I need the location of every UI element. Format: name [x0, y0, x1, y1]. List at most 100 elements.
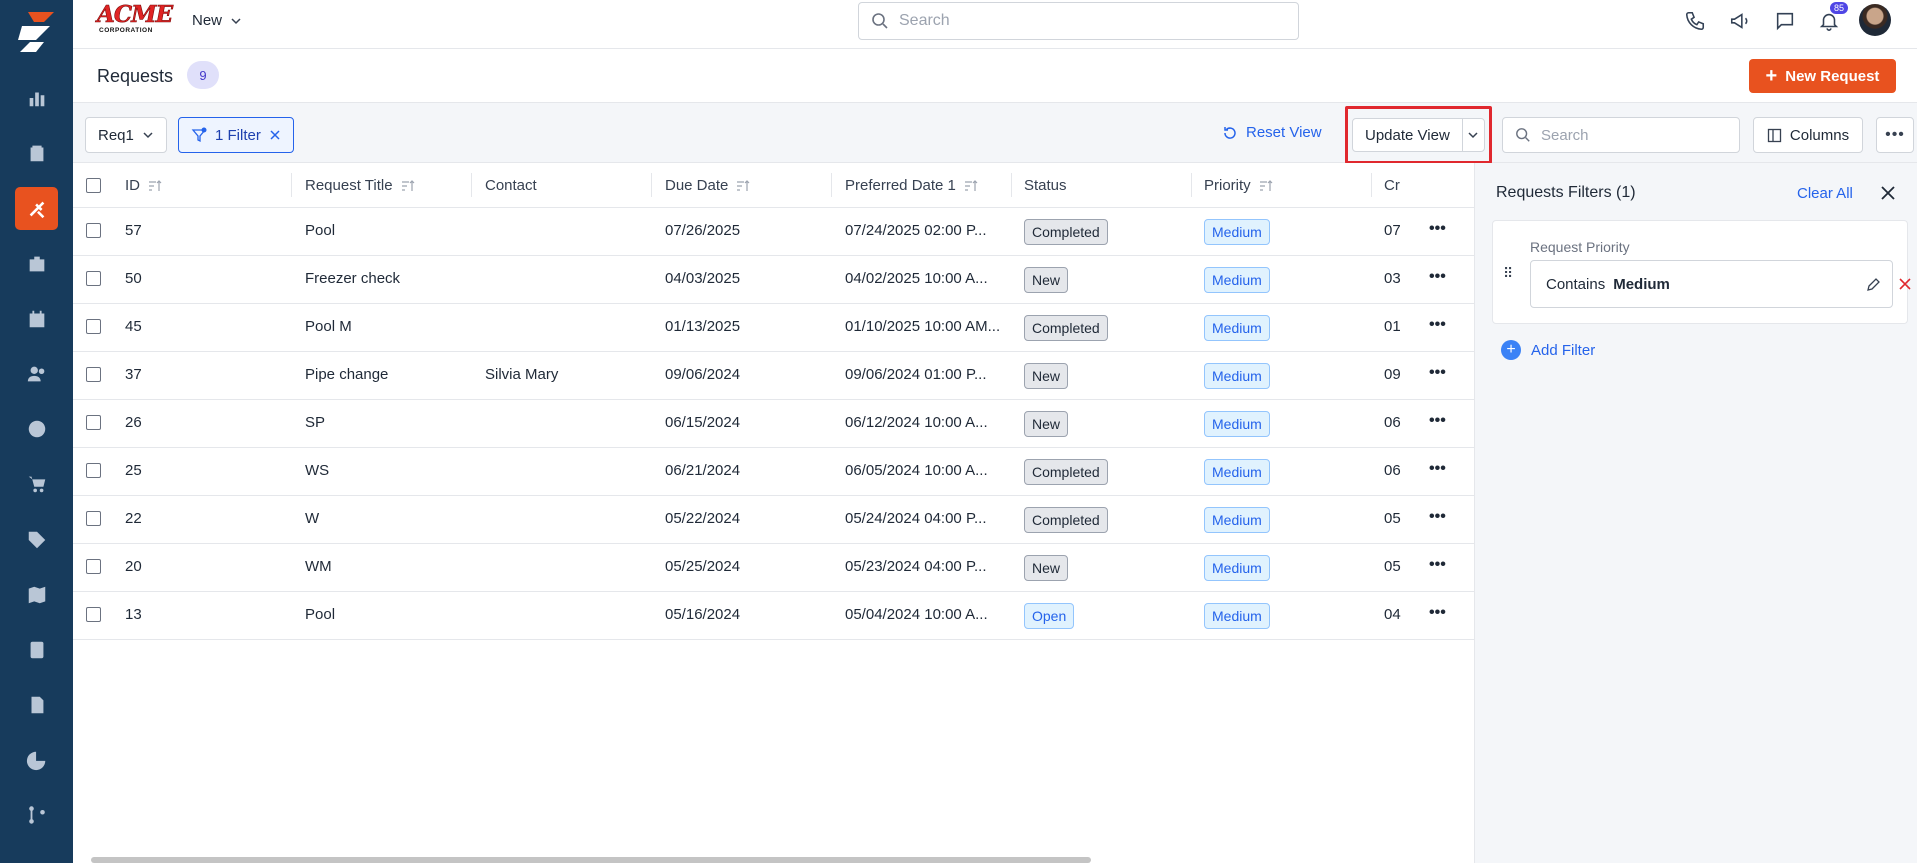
cell-due-date: 05/22/2024: [665, 510, 741, 527]
table-row[interactable]: 20 WM 05/25/2024 05/23/2024 04:00 P... New Me…: [73, 544, 1474, 592]
nav-tag-icon[interactable]: [0, 518, 73, 562]
global-search-input[interactable]: Search: [858, 2, 1299, 40]
priority-badge: Medium: [1204, 555, 1270, 581]
cell-id: 57: [125, 222, 142, 239]
sort-icon[interactable]: [964, 179, 978, 193]
nav-requests-tools-icon[interactable]: [15, 187, 58, 230]
column-header-preferred-date[interactable]: Preferred Date 1: [845, 177, 978, 194]
clear-all-button[interactable]: Clear All: [1797, 185, 1853, 202]
page-header: Requests 9 + New Request: [73, 49, 1917, 103]
megaphone-icon[interactable]: [1727, 8, 1753, 34]
priority-badge: Medium: [1204, 219, 1270, 245]
columns-icon: [1767, 128, 1782, 142]
row-actions-icon[interactable]: •••: [1429, 412, 1446, 430]
table-row[interactable]: 57 Pool 07/26/2025 07/24/2025 02:00 P... Com…: [73, 208, 1474, 256]
priority-badge: Medium: [1204, 363, 1270, 389]
filter-condition[interactable]: Contains Medium: [1530, 260, 1911, 308]
cell-request-title: W: [305, 510, 320, 527]
row-actions-icon[interactable]: •••: [1429, 604, 1446, 622]
column-header-label: Status: [1024, 177, 1067, 194]
add-filter-button[interactable]: + Add Filter: [1501, 340, 1595, 360]
nav-workflow-icon[interactable]: [0, 793, 73, 837]
row-checkbox[interactable]: [86, 463, 101, 478]
column-header-contact[interactable]: Contact: [485, 177, 537, 194]
table-row[interactable]: 37 Pipe change Silvia Mary 09/06/2024 09/06/…: [73, 352, 1474, 400]
column-header-priority[interactable]: Priority: [1204, 177, 1273, 194]
nav-cart-icon[interactable]: [0, 462, 73, 506]
nav-map-icon[interactable]: [0, 573, 73, 617]
row-checkbox[interactable]: [86, 319, 101, 334]
bell-icon[interactable]: 85: [1816, 2, 1849, 34]
table-row[interactable]: 13 Pool 05/16/2024 05/04/2024 10:00 A... Ope…: [73, 592, 1474, 640]
table-search-input[interactable]: Search: [1502, 117, 1740, 153]
column-header-label: Priority: [1204, 177, 1251, 194]
cell-created: 03: [1384, 270, 1401, 287]
column-header-status[interactable]: Status: [1024, 177, 1067, 194]
columns-button[interactable]: Columns: [1753, 117, 1863, 153]
row-actions-icon[interactable]: •••: [1429, 556, 1446, 574]
company-logo[interactable]: ACME CORPORATION: [97, 3, 174, 36]
nav-clipboard-icon[interactable]: [0, 131, 73, 175]
update-view-button[interactable]: Update View: [1353, 119, 1463, 151]
close-icon[interactable]: [1880, 185, 1896, 201]
row-actions-icon[interactable]: •••: [1429, 460, 1446, 478]
column-header-request-title[interactable]: Request Title: [305, 177, 415, 194]
row-actions-icon[interactable]: •••: [1429, 508, 1446, 526]
row-actions-icon[interactable]: •••: [1429, 220, 1446, 238]
sort-icon[interactable]: [736, 179, 750, 193]
table-row[interactable]: 25 WS 06/21/2024 06/05/2024 10:00 A... Compl…: [73, 448, 1474, 496]
app-logo-icon[interactable]: [14, 10, 58, 54]
table-row[interactable]: 50 Freezer check 04/03/2025 04/02/2025 10:0…: [73, 256, 1474, 304]
select-all-checkbox[interactable]: [86, 178, 101, 193]
update-view-dropdown-toggle[interactable]: [1463, 129, 1484, 141]
row-checkbox[interactable]: [86, 271, 101, 286]
nav-pie-chart-icon[interactable]: [0, 738, 73, 782]
new-request-button[interactable]: + New Request: [1749, 59, 1896, 93]
row-actions-icon[interactable]: •••: [1429, 268, 1446, 286]
table-row[interactable]: 22 W 05/22/2024 05/24/2024 04:00 P... Comple…: [73, 496, 1474, 544]
drag-handle-icon[interactable]: ⠿: [1503, 265, 1513, 282]
column-header-id[interactable]: ID: [125, 177, 162, 194]
active-filter-chip[interactable]: 1 Filter: [178, 117, 294, 153]
nav-users-icon[interactable]: [0, 352, 73, 396]
user-avatar[interactable]: [1859, 4, 1891, 36]
row-checkbox[interactable]: [86, 511, 101, 526]
cell-request-title: SP: [305, 414, 326, 431]
column-header-label: Contact: [485, 177, 537, 194]
sort-icon[interactable]: [148, 179, 162, 193]
sort-icon[interactable]: [401, 179, 415, 193]
add-filter-label: Add Filter: [1531, 341, 1596, 359]
remove-filter-icon[interactable]: [1898, 277, 1912, 291]
sort-icon[interactable]: [1259, 179, 1273, 193]
row-actions-icon[interactable]: •••: [1429, 364, 1446, 382]
horizontal-scrollbar[interactable]: [73, 855, 1474, 863]
row-checkbox[interactable]: [86, 559, 101, 574]
nav-briefcase-icon[interactable]: [0, 242, 73, 286]
phone-icon[interactable]: [1682, 8, 1708, 34]
reset-view-button[interactable]: Reset View: [1222, 124, 1322, 141]
columns-label: Columns: [1789, 126, 1850, 144]
table-row[interactable]: 26 SP 06/15/2024 06/12/2024 10:00 A... New Me…: [73, 400, 1474, 448]
row-checkbox[interactable]: [86, 367, 101, 382]
column-header-due-date[interactable]: Due Date: [665, 177, 750, 194]
cell-preferred-date: 06/12/2024 10:00 A...: [845, 414, 988, 431]
cell-due-date: 07/26/2025: [665, 222, 741, 239]
chat-icon[interactable]: [1772, 8, 1798, 34]
more-options-icon[interactable]: •••: [1876, 117, 1914, 153]
nav-calendar-icon[interactable]: [0, 297, 73, 341]
edit-icon[interactable]: [1865, 277, 1881, 293]
row-actions-icon[interactable]: •••: [1429, 316, 1446, 334]
nav-dashboard-icon[interactable]: [0, 76, 73, 120]
close-icon[interactable]: [269, 129, 281, 141]
row-checkbox[interactable]: [86, 607, 101, 622]
table-row[interactable]: 45 Pool M 01/13/2025 01/10/2025 10:00 AM...…: [73, 304, 1474, 352]
nav-clock-icon[interactable]: [0, 407, 73, 451]
column-header-created[interactable]: Cr: [1384, 177, 1400, 194]
row-checkbox[interactable]: [86, 223, 101, 238]
new-menu-button[interactable]: New: [192, 12, 242, 29]
nav-calculator-icon[interactable]: [0, 628, 73, 672]
scrollbar-thumb[interactable]: [91, 857, 1091, 863]
row-checkbox[interactable]: [86, 415, 101, 430]
nav-documents-icon[interactable]: [0, 683, 73, 727]
view-selector-dropdown[interactable]: Req1: [85, 117, 167, 153]
